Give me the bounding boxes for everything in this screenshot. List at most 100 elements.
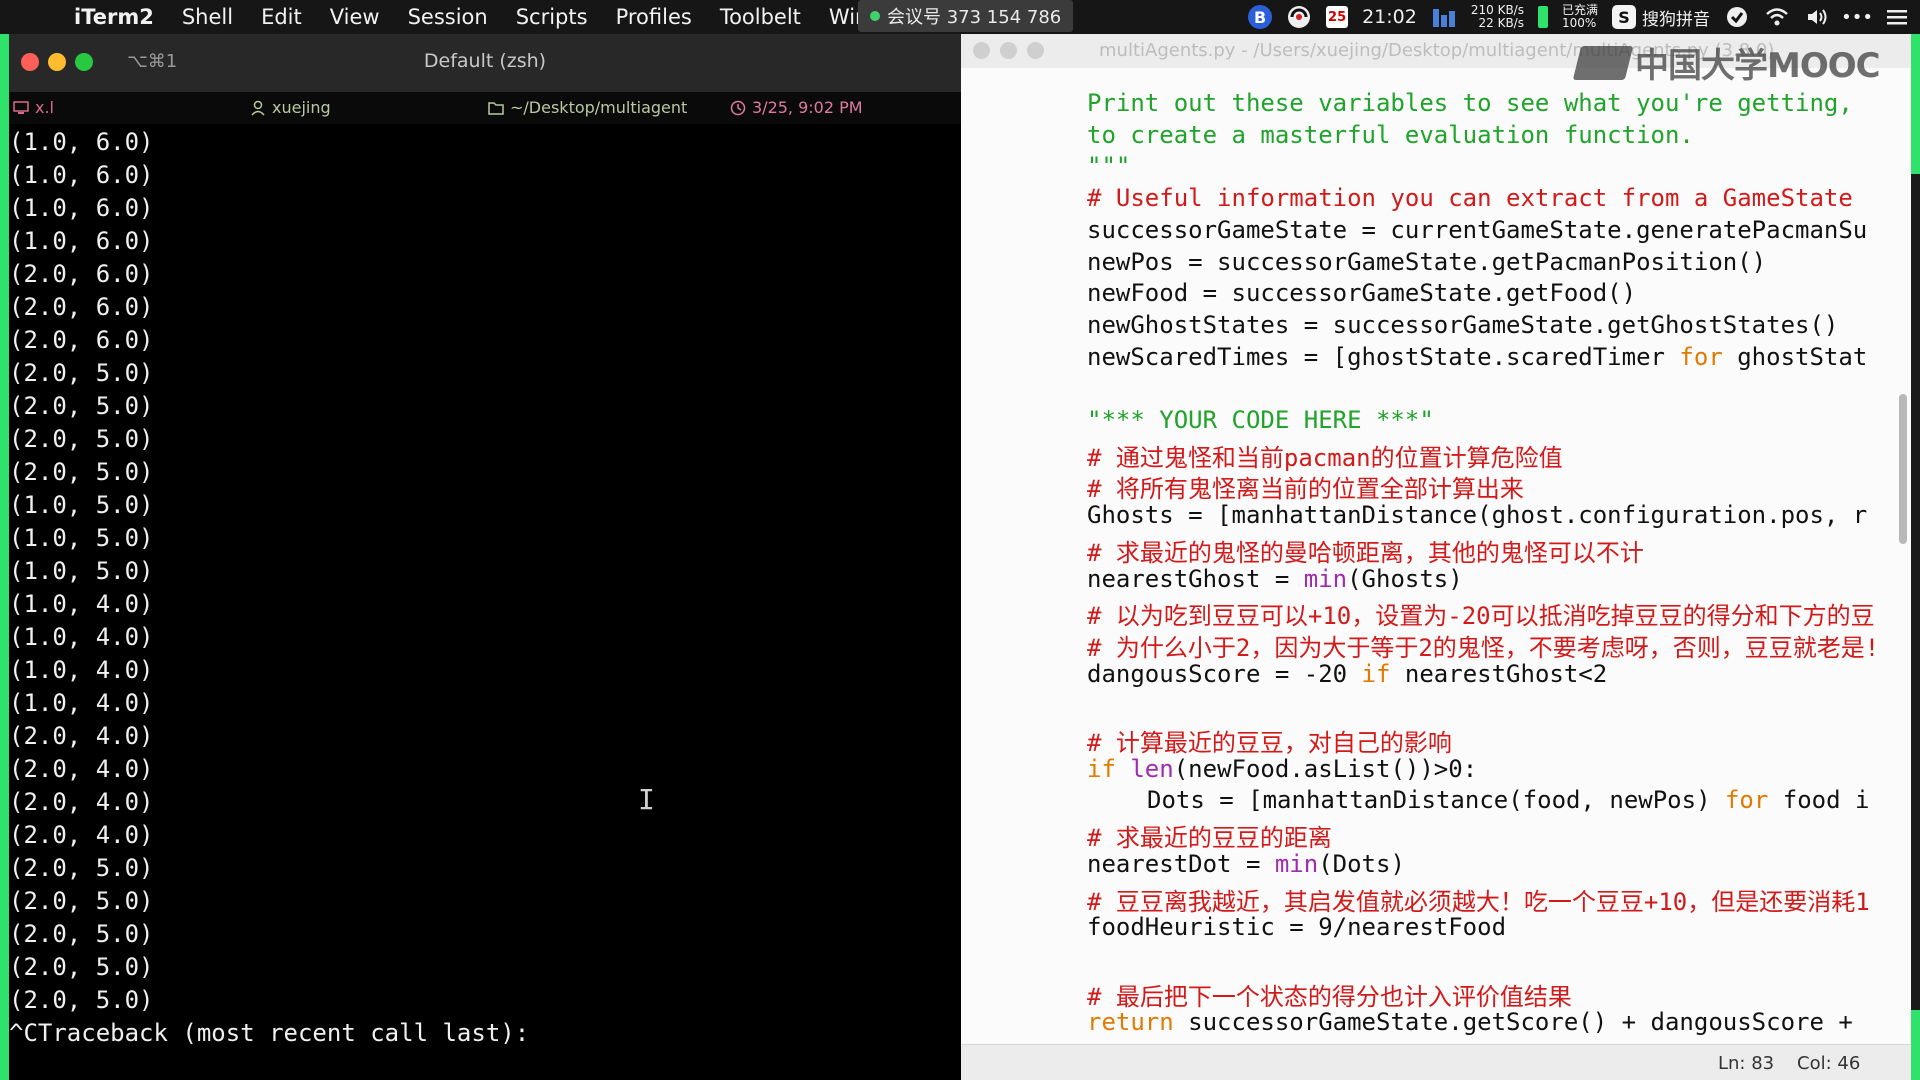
terminal-line: (1.0, 5.0) [9,491,154,519]
wifi-icon[interactable] [1764,5,1790,29]
battery-icon[interactable] [1537,6,1548,28]
code-line: dangousScore = -20 if nearestGhost<2 [1087,660,1607,692]
code-token: # 计算最近的豆豆，对自己的影响 [1087,729,1452,757]
menu-toolbelt[interactable]: Toolbelt [706,5,815,29]
time-label: 3/25, 9:02 PM [752,98,863,117]
status-time: 3/25, 9:02 PM [730,98,863,117]
code-line: Ghosts = [manhattanDistance(ghost.config… [1087,501,1867,533]
calendar-icon[interactable]: 25 [1326,6,1349,28]
terminal-line: ^CTraceback (most recent call last): [9,1019,530,1047]
menu-edit[interactable]: Edit [247,5,316,29]
minimize-icon[interactable] [1000,42,1017,59]
user-label: xuejing [272,98,331,117]
line-number: Ln: 83 [1718,1053,1775,1074]
code-token: nearestGhost = [1087,564,1304,593]
input-method[interactable]: S 搜狗拼音 [1612,5,1710,30]
code-line: successorGameState = currentGameState.ge… [1087,216,1867,248]
terminal-line: (2.0, 5.0) [9,920,154,948]
meeting-indicator[interactable]: 会议号 373 154 786 [858,0,1074,32]
code-token: newFood = successorGameState.getFood() [1087,279,1637,308]
status-user: xuejing [250,98,331,117]
code-token: # 求最近的豆豆的距离 [1087,824,1332,853]
input-method-label: 搜狗拼音 [1642,9,1710,30]
code-token: food i [1768,786,1870,815]
bluetooth-icon[interactable]: B [1248,5,1273,29]
status-host: x.l [13,98,54,117]
editor-titlebar[interactable]: multiAgents.py - /Users/xuejing/Desktop/… [961,34,1911,86]
code-token: # 以为吃到豆豆可以+10，设置为-20可以抵消吃掉豆豆的得分和下方的豆 [1087,602,1875,631]
code-token: Dots = [manhattanDistance(food, newPos) [1147,786,1725,815]
terminal-line: (1.0, 5.0) [9,557,154,585]
cpu-meter-icon [1431,5,1457,29]
net-download: 22 KB/s [1478,16,1524,30]
code-line: # 求最近的鬼怪的曼哈顿距离，其他的鬼怪可以不计 [1087,533,1644,567]
battery-percent: 100% [1561,16,1597,30]
code-token: newScaredTimes = [ghostState.scaredTimer [1087,342,1680,371]
menu-profiles[interactable]: Profiles [602,5,706,29]
editor-window: multiAgents.py - /Users/xuejing/Desktop/… [961,34,1911,1080]
terminal-line: (1.0, 6.0) [9,161,154,189]
code-line: newPos = successorGameState.getPacmanPos… [1087,248,1766,280]
close-icon[interactable] [973,42,990,59]
code-line: # 计算最近的豆豆，对自己的影响 [1087,723,1452,757]
terminal-line: (2.0, 5.0) [9,953,154,981]
code-line: # 豆豆离我越近，其启发值就必须越大！吃一个豆豆+10，但是还要消耗1 [1087,882,1870,916]
terminal-output[interactable]: (1.0, 6.0) (1.0, 6.0) (1.0, 6.0) (1.0, 6.0)… [9,126,961,1050]
code-token: # 最后把下一个状态的得分也计入评价值结果 [1087,982,1572,1011]
terminal-line: (2.0, 4.0) [9,821,154,849]
code-line: """ [1087,152,1130,184]
menu-session[interactable]: Session [394,5,502,29]
meeting-id: 会议号 373 154 786 [887,7,1062,28]
control-center-icon[interactable] [1884,5,1910,29]
menu-shell[interactable]: Shell [168,5,247,29]
code-token: # 为什么小于2，因为大于等于2的鬼怪，不要考虑呀，否则，豆豆就老是! [1087,633,1880,662]
code-line: Print out these variables to see what yo… [1087,89,1853,121]
menu-view[interactable]: View [316,5,394,29]
code-line: # 最后把下一个状态的得分也计入评价值结果 [1087,977,1572,1011]
code-token: for [1679,342,1723,371]
terminal-line: (2.0, 6.0) [9,326,154,354]
code-line: # 以为吃到豆豆可以+10，设置为-20可以抵消吃掉豆豆的得分和下方的豆 [1087,596,1875,631]
scrollbar[interactable] [1899,394,1907,544]
code-line: nearestGhost = min(Ghosts) [1087,565,1463,597]
code-token: "*** YOUR CODE HERE ***" [1087,406,1434,434]
terminal-titlebar[interactable]: ⌥⌘1 Default (zsh) [9,34,961,92]
battery-status: 已充满 100% [1562,4,1598,30]
terminal-line: (2.0, 5.0) [9,392,154,420]
menu-scripts[interactable]: Scripts [502,5,602,29]
vpn-icon[interactable] [1724,5,1750,29]
code-line: newScaredTimes = [ghostState.scaredTimer… [1087,343,1867,375]
clock[interactable]: 21:02 [1362,6,1417,28]
code-line: newFood = successorGameState.getFood() [1087,279,1636,311]
volume-icon[interactable] [1804,5,1830,29]
code-token: successorGameState.getScore() + dangousS… [1173,1008,1853,1037]
code-token: return [1087,1008,1174,1037]
terminal-line: (2.0, 6.0) [9,260,154,288]
editor-status-bar: Ln: 83 Col: 46 [961,1044,1911,1080]
recording-dot-icon [870,11,880,21]
code-token: """ [1087,152,1131,181]
more-icon[interactable]: ••• [1841,5,1873,29]
column-number: Col: 46 [1797,1053,1861,1074]
menu-bar: iTerm2 Shell Edit View Session Scripts P… [0,0,1920,34]
terminal-line: (2.0, 4.0) [9,722,154,750]
code-area[interactable]: Print out these variables to see what yo… [961,68,1891,1058]
code-line: # 为什么小于2，因为大于等于2的鬼怪，不要考虑呀，否则，豆豆就老是! [1087,628,1880,662]
user-icon [251,100,265,116]
maximize-icon[interactable] [1027,42,1044,59]
app-status-icon[interactable] [1286,5,1312,29]
sogou-icon: S [1612,5,1636,29]
code-token: for [1724,786,1769,815]
code-token: Print out these variables to see what yo… [1087,89,1853,117]
code-token: nearestGhost<2 [1390,659,1608,688]
screen: iTerm2 Shell Edit View Session Scripts P… [0,0,1920,1080]
terminal-line: (1.0, 4.0) [9,590,154,618]
code-token: # 求最近的鬼怪的曼哈顿距离，其他的鬼怪可以不计 [1087,538,1644,567]
code-token: ghostStat [1722,342,1868,371]
terminal-line: (1.0, 6.0) [9,227,154,255]
code-token: (Ghosts) [1347,564,1463,593]
frame-marker-right-bottom [1911,1010,1920,1080]
code-token: if [1087,754,1116,783]
code-line: foodHeuristic = 9/nearestFood [1087,913,1506,945]
menu-iterm2[interactable]: iTerm2 [60,5,168,29]
